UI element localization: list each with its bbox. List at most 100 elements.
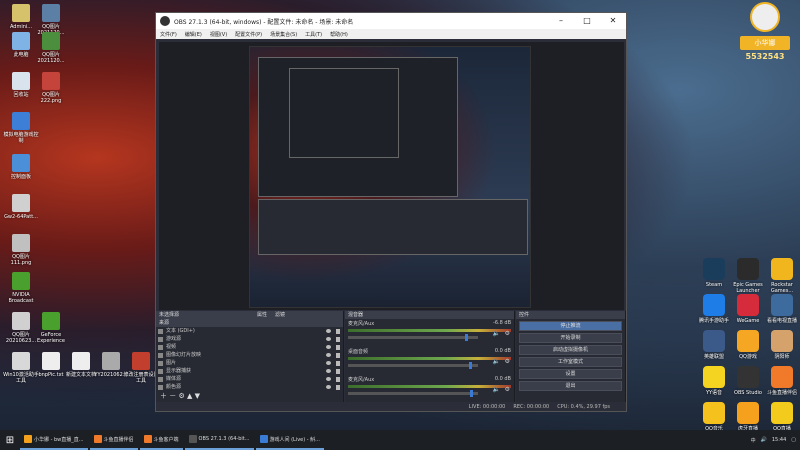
move-down-icon[interactable]: ▼ (195, 392, 200, 400)
desktop-icon[interactable]: QQ图片2021120... (32, 32, 70, 64)
volume-icon[interactable]: 🔊 (761, 437, 767, 443)
visibility-eye-icon[interactable] (326, 337, 331, 341)
taskbar-button[interactable]: 斗鱼直播伴侣 (89, 430, 138, 450)
speaker-icon[interactable]: 🔈 (493, 386, 500, 393)
desktop-icon[interactable]: QQ音乐 (698, 402, 730, 432)
desktop-icon[interactable]: QQ图片222.png (32, 72, 70, 104)
visibility-eye-icon[interactable] (326, 377, 331, 381)
desktop-icon[interactable]: Epic Games Launcher (732, 258, 764, 294)
visibility-eye-icon[interactable] (326, 353, 331, 357)
speaker-icon[interactable]: 🔈 (493, 358, 500, 365)
properties-button[interactable]: 属性 (257, 311, 267, 319)
minimize-button[interactable]: – (548, 13, 574, 29)
lock-icon[interactable] (336, 385, 340, 390)
source-item[interactable]: 媒体源 (156, 375, 343, 383)
source-item[interactable]: 显示器捕获 (156, 367, 343, 375)
control-button[interactable]: 设置 (519, 369, 622, 379)
desktop-icon[interactable]: WeGame (732, 294, 764, 324)
visibility-eye-icon[interactable] (326, 369, 331, 373)
menu-item[interactable]: 配置文件(P) (235, 31, 262, 38)
menu-item[interactable]: 工具(T) (305, 31, 322, 38)
desktop-icon[interactable]: 阴阳师 (766, 330, 798, 360)
lock-icon[interactable] (336, 361, 340, 366)
lock-icon[interactable] (336, 369, 340, 374)
desktop-icon[interactable]: 斗鱼直播伴侣 (766, 366, 798, 396)
control-button[interactable]: 工作室模式 (519, 357, 622, 367)
volume-slider-knob[interactable] (464, 334, 468, 341)
filters-button[interactable]: 滤镜 (275, 311, 285, 319)
taskbar-button[interactable]: 游戏人间 (Live) - 斛... (255, 430, 324, 450)
desktop-icon[interactable]: 控制面板 (2, 154, 40, 180)
add-source-icon[interactable]: ＋ (160, 392, 167, 400)
close-button[interactable]: ✕ (600, 13, 626, 29)
source-item[interactable]: 视频 (156, 343, 343, 351)
lock-icon[interactable] (336, 337, 340, 342)
clock[interactable]: 15:44 (772, 437, 786, 443)
menu-item[interactable]: 帮助(H) (330, 31, 348, 38)
menu-item[interactable]: 编辑(E) (185, 31, 202, 38)
gear-icon[interactable]: ⚙ (505, 330, 510, 337)
taskbar-button[interactable]: 斗鱼客户端 (139, 430, 183, 450)
visibility-eye-icon[interactable] (326, 345, 331, 349)
desktop-icon[interactable]: GeForce Experience (32, 312, 70, 344)
gear-icon[interactable]: ⚙ (178, 392, 184, 400)
desktop-icon[interactable]: 看看电视直播 (766, 294, 798, 324)
preview-canvas[interactable] (159, 42, 624, 310)
desktop-icon[interactable]: QQ游戏 (732, 330, 764, 360)
visibility-eye-icon[interactable] (326, 385, 331, 389)
obs-statusbar: LIVE: 00:00:00 REC: 00:00:00 CPU: 0.4%, 29… (156, 402, 626, 411)
notification-icon[interactable]: ▢ (791, 437, 796, 443)
volume-slider-knob[interactable] (468, 362, 472, 369)
volume-slider[interactable] (348, 334, 478, 341)
desktop-icon[interactable]: NVIDIA Broadcast (2, 272, 40, 304)
visibility-eye-icon[interactable] (326, 329, 331, 333)
control-button[interactable]: 停止推流 (519, 321, 622, 331)
menu-item[interactable]: 场景集合(S) (270, 31, 297, 38)
controls-panel: 控件 停止推流 开始录制 启动虚拟摄像机 工作室模式 设置 退出 (516, 311, 626, 411)
desktop-icon[interactable]: 模拟电脑游戏控制 (2, 112, 40, 144)
menu-item[interactable]: 视图(V) (210, 31, 227, 38)
desktop-icon[interactable]: OBS Studio (732, 366, 764, 396)
visibility-eye-icon[interactable] (326, 361, 331, 365)
source-item[interactable]: 颜色源 (156, 383, 343, 391)
menu-item[interactable]: 文件(F) (160, 31, 177, 38)
desktop-icon[interactable]: 英雄联盟 (698, 330, 730, 360)
source-item[interactable]: 图像幻灯片放映 (156, 351, 343, 359)
source-item[interactable]: 图片 (156, 359, 343, 367)
windows-start-icon[interactable]: ⊞ (0, 430, 20, 450)
obs-titlebar[interactable]: OBS 27.1.3 (64-bit, windows) - 配置文件: 未命名… (156, 13, 626, 29)
lock-icon[interactable] (336, 353, 340, 358)
control-button[interactable]: 开始录制 (519, 333, 622, 343)
remove-source-icon[interactable]: － (169, 392, 176, 400)
lock-icon[interactable] (336, 377, 340, 382)
volume-slider[interactable] (348, 390, 478, 397)
desktop-icon[interactable]: QQ直播 (766, 402, 798, 432)
source-item[interactable]: 文本 (GDI+) (156, 327, 343, 335)
maximize-button[interactable]: □ (574, 13, 600, 29)
desktop-icon[interactable]: QQ图片111.png (2, 234, 40, 266)
control-button[interactable]: 退出 (519, 381, 622, 391)
desktop-icon[interactable]: Gw2-64Patt... (2, 194, 40, 220)
lang-indicator[interactable]: 中 (751, 437, 756, 444)
taskbar-button[interactable]: OBS 27.1.3 (64-bit... (184, 430, 254, 450)
desktop-icon[interactable]: Rockstar Games... (766, 258, 798, 294)
speaker-icon[interactable]: 🔈 (493, 330, 500, 337)
lock-icon[interactable] (336, 345, 340, 350)
lock-icon[interactable] (336, 329, 340, 334)
mixer-channel: 桌面音频 0.0 dB 🔈 ⚙ (345, 347, 514, 375)
volume-slider[interactable] (348, 362, 478, 369)
desktop-icon[interactable]: 腾讯手游助手 (698, 294, 730, 324)
taskbar-button[interactable]: 小华娜 - bw直播_直... (20, 430, 88, 450)
move-up-icon[interactable]: ▲ (187, 392, 192, 400)
gear-icon[interactable]: ⚙ (505, 358, 510, 365)
desktop-icon[interactable]: 虎牙直播 (732, 402, 764, 432)
obs-window[interactable]: OBS 27.1.3 (64-bit, windows) - 配置文件: 未命名… (155, 12, 627, 412)
gear-icon[interactable]: ⚙ (505, 386, 510, 393)
sources-header: 来源 (156, 319, 343, 327)
source-item[interactable]: 游戏源 (156, 335, 343, 343)
desktop-icon-label: OBS Studio (734, 390, 762, 396)
control-button[interactable]: 启动虚拟摄像机 (519, 345, 622, 355)
desktop-icon[interactable]: Steam (698, 258, 730, 288)
volume-slider-knob[interactable] (469, 390, 473, 397)
desktop-icon[interactable]: YY语音 (698, 366, 730, 396)
